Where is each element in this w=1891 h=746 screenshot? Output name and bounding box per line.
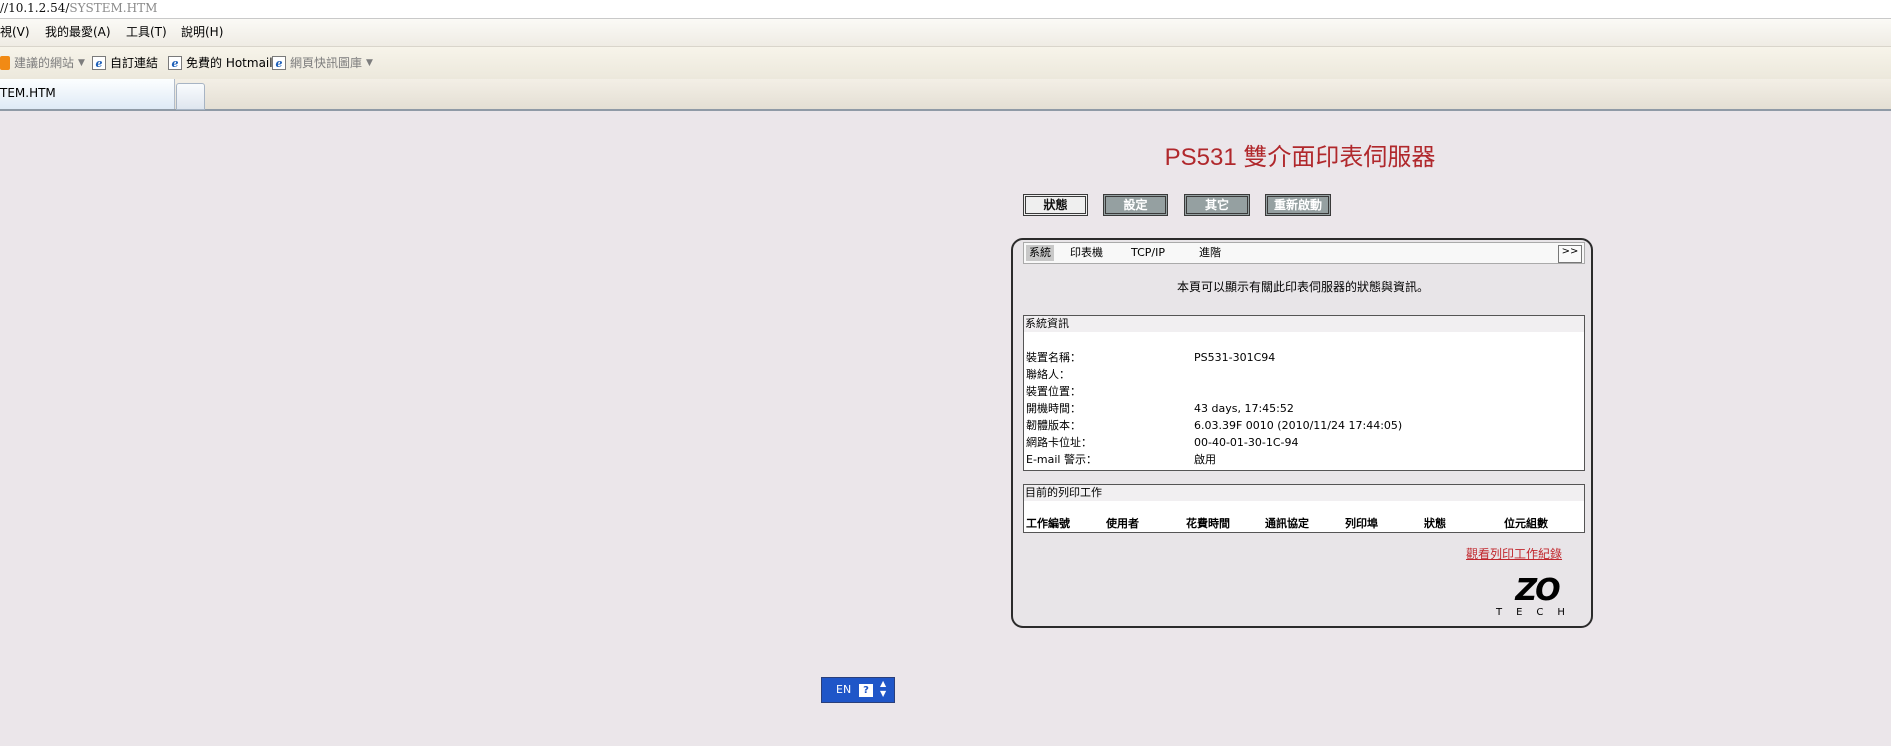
fav-label: 網頁快訊圖庫 [290,56,363,70]
nav-status-button[interactable]: 狀態 [1023,194,1088,216]
menu-favorites[interactable]: 我的最愛(A) [45,19,111,46]
logo-mark: ZO [1515,573,1560,608]
options-icon[interactable]: ▲ ▼ [880,679,886,699]
new-tab-button[interactable] [176,83,205,110]
info-value: 6.03.39F 0010 (2010/11/24 17:44:05) [1194,419,1403,432]
menu-help[interactable]: 說明(H) [181,19,223,46]
language-label[interactable]: EN [836,683,851,696]
tab-title: TEM.HTM [0,86,56,100]
fav-label: 免費的 Hotmail [186,56,273,70]
info-value: 43 days, 17:45:52 [1194,402,1294,415]
info-row-location: 裝置位置： [1026,384,1081,400]
system-info-box: 系統資訊 裝置名稱： PS531-301C94 聯絡人： 裝置位置： 開機時間： 4… [1023,315,1585,471]
subtab-tcpip[interactable]: TCP/IP [1131,245,1165,261]
info-value: PS531-301C94 [1194,351,1276,364]
address-bar[interactable]: //10.1.2.54/SYSTEM.HTM [0,0,1891,19]
info-label: E-mail 警示： [1026,453,1097,466]
favorites-bar: 建議的網站 ▼ e 自訂連結 e 免費的 Hotmail e 網頁快訊圖庫 ▼ [0,47,1891,79]
more-tabs-button[interactable]: >> [1558,245,1582,263]
col-elapsed: 花費時間 [1186,517,1230,530]
subtab-advanced[interactable]: 進階 [1199,245,1221,261]
info-label: 開機時間： [1026,402,1081,415]
tab-system[interactable]: TEM.HTM [0,79,175,109]
info-row-mac: 網路卡位址： 00-40-01-30-1C-94 [1026,435,1299,451]
status-panel: 系統 印表機 TCP/IP 進階 >> 本頁可以顯示有關此印表伺服器的狀態與資訊… [1011,238,1593,628]
chevron-down-icon[interactable]: ▼ [78,47,85,79]
ie-icon: e [168,56,182,70]
zot-logo: ZO TECH [1492,576,1582,620]
info-label: 網路卡位址： [1026,436,1092,449]
address-path: SYSTEM.HTM [69,1,158,15]
info-value: 00-40-01-30-1C-94 [1194,436,1299,449]
fav-hotmail[interactable]: e 免費的 Hotmail [168,47,273,79]
address-prefix: //10.1.2.54/ [0,1,70,15]
fav-custom-links[interactable]: e 自訂連結 [92,47,158,79]
menu-bar: 視(V) 我的最愛(A) 工具(T) 說明(H) [0,19,1891,47]
subtab-bar: 系統 印表機 TCP/IP 進階 >> [1023,242,1585,264]
info-value: 啟用 [1194,453,1216,466]
ie-icon: e [272,56,286,70]
help-icon[interactable]: ? [859,684,873,697]
fav-suggested-sites[interactable]: 建議的網站 ▼ [0,47,85,79]
print-jobs-box: 目前的列印工作 工作編號 使用者 花費時間 通訊協定 列印埠 狀態 位元組數 [1023,484,1585,533]
info-label: 韌體版本： [1026,419,1081,432]
info-row-uptime: 開機時間： 43 days, 17:45:52 [1026,401,1294,417]
subtab-system[interactable]: 系統 [1026,245,1054,261]
col-user: 使用者 [1106,517,1139,530]
chevron-down-icon[interactable]: ▼ [366,47,373,79]
page-description: 本頁可以顯示有關此印表伺服器的狀態與資訊。 [1176,280,1429,294]
col-bytes: 位元組數 [1504,517,1548,530]
info-label: 聯絡人： [1026,368,1070,381]
col-protocol: 通訊協定 [1265,517,1309,530]
col-status: 狀態 [1424,517,1446,530]
nav-restart-button[interactable]: 重新啟動 [1265,194,1331,216]
info-row-contact: 聯絡人： [1026,367,1070,383]
suggested-sites-icon [0,56,10,70]
menu-tools[interactable]: 工具(T) [126,19,167,46]
system-info-title: 系統資訊 [1024,316,1584,332]
col-port: 列印埠 [1345,517,1378,530]
fav-web-slice-gallery[interactable]: e 網頁快訊圖庫 ▼ [272,47,373,79]
subtab-printer[interactable]: 印表機 [1070,245,1103,261]
logo-tech: TECH [1496,607,1579,618]
info-row-device-name: 裝置名稱： PS531-301C94 [1026,350,1275,366]
fav-label: 自訂連結 [110,56,159,70]
language-bar[interactable]: EN ? ▲ ▼ [821,677,895,703]
info-label: 裝置位置： [1026,385,1081,398]
print-jobs-title: 目前的列印工作 [1024,485,1584,501]
tab-bar: TEM.HTM [0,79,1891,111]
ie-icon: e [92,56,106,70]
fav-label: 建議的網站 [14,56,75,70]
nav-settings-button[interactable]: 設定 [1103,194,1168,216]
info-row-firmware: 韌體版本： 6.03.39F 0010 (2010/11/24 17:44:05) [1026,418,1402,434]
nav-other-button[interactable]: 其它 [1184,194,1250,216]
menu-view[interactable]: 視(V) [0,19,30,46]
info-label: 裝置名稱： [1026,351,1081,364]
page-title: PS531 雙介面印表伺服器 [1164,144,1436,171]
view-print-log-link[interactable]: 觀看列印工作紀錄 [1466,545,1562,562]
col-job-id: 工作編號 [1026,517,1070,530]
info-row-email-alert: E-mail 警示： 啟用 [1026,452,1216,468]
